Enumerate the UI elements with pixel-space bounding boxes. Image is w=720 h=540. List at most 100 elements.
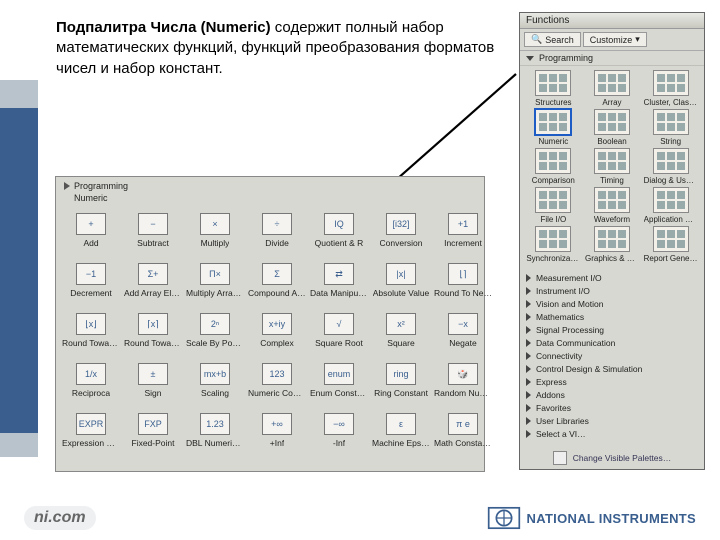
function-icon: FXP <box>138 413 168 435</box>
section-connectivity[interactable]: Connectivity <box>520 349 704 362</box>
section-label: Measurement I/O <box>536 273 602 283</box>
chevron-down-icon: ▾ <box>635 34 640 45</box>
numeric-fn-data-manipul[interactable]: ⇄Data Manipul… <box>310 263 368 311</box>
numeric-fn-conversion[interactable]: [i32]Conversion <box>372 213 430 261</box>
section-user-libraries[interactable]: User Libraries <box>520 414 704 427</box>
section-label: Favorites <box>536 403 571 413</box>
category-array[interactable]: Array <box>585 70 640 107</box>
functions-palette-window[interactable]: Functions 🔍 Search Customize ▾ Programmi… <box>519 12 705 470</box>
section-label: Select a VI… <box>536 429 586 439</box>
numeric-fn-ring-constant[interactable]: ringRing Constant <box>372 363 430 411</box>
function-label: Subtract <box>137 238 169 248</box>
numeric-fn-scaling[interactable]: mx+bScaling <box>186 363 244 411</box>
category-string[interactable]: String <box>643 109 698 146</box>
section-signal-processing[interactable]: Signal Processing <box>520 323 704 336</box>
function-icon: 123 <box>262 363 292 385</box>
function-label: Square Root <box>315 338 363 348</box>
numeric-fn-subtract[interactable]: −Subtract <box>124 213 182 261</box>
numeric-fn-math-constants[interactable]: π eMath Constants <box>434 413 492 461</box>
category-icon <box>535 109 571 135</box>
category-cluster-class[interactable]: Cluster, Class… <box>643 70 698 107</box>
section-favorites[interactable]: Favorites <box>520 401 704 414</box>
section-label: Express <box>536 377 567 387</box>
numeric-fn-decrement[interactable]: −1Decrement <box>62 263 120 311</box>
section-programming[interactable]: Programming <box>520 51 704 66</box>
numeric-fn-reciproca[interactable]: 1/xReciproca <box>62 363 120 411</box>
customize-button[interactable]: Customize ▾ <box>583 32 647 47</box>
function-label: Data Manipul… <box>310 288 368 298</box>
breadcrumb-root[interactable]: Programming <box>74 181 128 191</box>
numeric-fn-increment[interactable]: +1Increment <box>434 213 492 261</box>
category-waveform[interactable]: Waveform <box>585 187 640 224</box>
numeric-fn-multiply[interactable]: ×Multiply <box>186 213 244 261</box>
section-label: Data Communication <box>536 338 615 348</box>
numeric-fn-inf[interactable]: +∞+Inf <box>248 413 306 461</box>
function-label: Scale By Pow… <box>186 338 244 348</box>
numeric-fn-divide[interactable]: ÷Divide <box>248 213 306 261</box>
numeric-fn-absolute-value[interactable]: |x|Absolute Value <box>372 263 430 311</box>
numeric-fn-enum-constant[interactable]: enumEnum Constant <box>310 363 368 411</box>
numeric-fn-machine-epsilon[interactable]: εMachine Epsilon <box>372 413 430 461</box>
section-addons[interactable]: Addons <box>520 388 704 401</box>
function-icon: 🎲 <box>448 363 478 385</box>
category-dialog-user[interactable]: Dialog & User… <box>643 148 698 185</box>
function-icon: mx+b <box>200 363 230 385</box>
category-application-c[interactable]: Application C… <box>643 187 698 224</box>
category-file-i-o[interactable]: File I/O <box>526 187 581 224</box>
change-palettes-link[interactable]: Change Visible Palettes… <box>520 451 704 465</box>
section-mathematics[interactable]: Mathematics <box>520 310 704 323</box>
numeric-fn-inf[interactable]: −∞-Inf <box>310 413 368 461</box>
numeric-fn-complex[interactable]: x+iyComplex <box>248 313 306 361</box>
numeric-fn-square[interactable]: x²Square <box>372 313 430 361</box>
category-icon <box>594 109 630 135</box>
section-label: Control Design & Simulation <box>536 364 642 374</box>
function-label: Absolute Value <box>373 288 430 298</box>
numeric-fn-numeric-cons[interactable]: 123Numeric Cons… <box>248 363 306 411</box>
slide-footer: ni.com NATIONAL INSTRUMENTS <box>0 496 720 540</box>
numeric-fn-random-num[interactable]: 🎲Random Num… <box>434 363 492 411</box>
numeric-fn-square-root[interactable]: √Square Root <box>310 313 368 361</box>
category-structures[interactable]: Structures <box>526 70 581 107</box>
category-report-gener[interactable]: Report Gener… <box>643 226 698 263</box>
function-label: Add <box>83 238 98 248</box>
numeric-fn-scale-by-pow[interactable]: 2ⁿScale By Pow… <box>186 313 244 361</box>
category-comparison[interactable]: Comparison <box>526 148 581 185</box>
section-measurement-i-o[interactable]: Measurement I/O <box>520 271 704 284</box>
numeric-fn-add[interactable]: +Add <box>62 213 120 261</box>
numeric-fn-round-towar[interactable]: ⌊x⌋Round Towar… <box>62 313 120 361</box>
category-numeric[interactable]: Numeric <box>526 109 581 146</box>
function-icon: Σ+ <box>138 263 168 285</box>
numeric-fn-multiply-array[interactable]: Π×Multiply Array… <box>186 263 244 311</box>
section-express[interactable]: Express <box>520 375 704 388</box>
function-label: Negate <box>449 338 476 348</box>
numeric-fn-quotient-r[interactable]: IQQuotient & R <box>310 213 368 261</box>
numeric-fn-negate[interactable]: −xNegate <box>434 313 492 361</box>
numeric-fn-expression-n[interactable]: EXPRExpression N… <box>62 413 120 461</box>
search-button[interactable]: 🔍 Search <box>524 32 581 47</box>
chevron-right-icon <box>526 326 531 334</box>
category-boolean[interactable]: Boolean <box>585 109 640 146</box>
numeric-fn-fixed-point[interactable]: FXP Fixed-Point <box>124 413 182 461</box>
category-synchronizat[interactable]: Synchronizat… <box>526 226 581 263</box>
section-instrument-i-o[interactable]: Instrument I/O <box>520 284 704 297</box>
numeric-fn-add-array-ele[interactable]: Σ+Add Array Ele… <box>124 263 182 311</box>
numeric-fn-round-to-ne[interactable]: ⌊⌉Round To Ne… <box>434 263 492 311</box>
category-icon <box>594 70 630 96</box>
function-label: Fixed-Point <box>132 438 175 448</box>
category-timing[interactable]: Timing <box>585 148 640 185</box>
function-label: Round Towar… <box>124 338 182 348</box>
section-data-communication[interactable]: Data Communication <box>520 336 704 349</box>
numeric-subpalette-window[interactable]: Programming Numeric +Add−Subtract×Multip… <box>55 176 485 472</box>
section-label: Mathematics <box>536 312 584 322</box>
category-graphics-so[interactable]: Graphics & So… <box>585 226 640 263</box>
function-label: Ring Constant <box>374 388 428 398</box>
numeric-fn-compound-ar[interactable]: ΣCompound Ar… <box>248 263 306 311</box>
section-control-design-simulation[interactable]: Control Design & Simulation <box>520 362 704 375</box>
function-label: Multiply Array… <box>186 288 244 298</box>
chevron-right-icon <box>526 274 531 282</box>
numeric-fn-sign[interactable]: ±Sign <box>124 363 182 411</box>
numeric-fn-dbl-numeric[interactable]: 1.23DBL Numeric … <box>186 413 244 461</box>
section-select-a-vi[interactable]: Select a VI… <box>520 427 704 440</box>
numeric-fn-round-towar[interactable]: ⌈x⌉Round Towar… <box>124 313 182 361</box>
section-vision-and-motion[interactable]: Vision and Motion <box>520 297 704 310</box>
